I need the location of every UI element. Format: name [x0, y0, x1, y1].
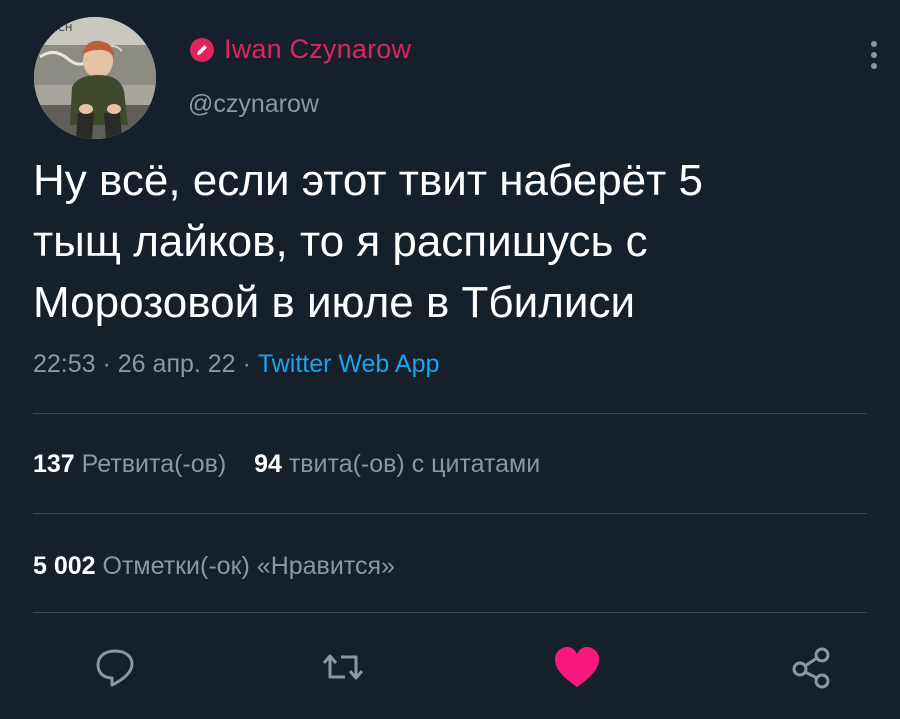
author-display-name[interactable]: Iwan Czynarow — [224, 34, 411, 65]
tweet-actions-bar — [0, 642, 900, 702]
likes-label: Отметки(-ок) «Нравится» — [102, 552, 395, 580]
tweet-source-link[interactable]: Twitter Web App — [258, 350, 440, 378]
quotes-count: 94 — [254, 450, 282, 478]
meta-separator: · — [95, 350, 118, 378]
avatar-photo: RICH — [34, 17, 156, 139]
retweets-count: 137 — [33, 450, 75, 478]
svg-text:RICH: RICH — [48, 23, 72, 34]
retweet-icon — [322, 654, 364, 680]
likes-count: 5 002 — [33, 552, 96, 580]
divider — [33, 612, 867, 613]
like-button[interactable] — [552, 642, 602, 692]
tweet-time[interactable]: 22:53 — [33, 350, 96, 378]
author-handle[interactable]: @czynarow — [188, 90, 319, 119]
retweet-stats-row: 137 Ретвита(-ов) 94 твита(-ов) с цитатам… — [33, 450, 540, 479]
tweet-card: RICH Iwan Czynarow @czynarow Ну всё, есл… — [0, 0, 900, 719]
pencil-badge-icon — [190, 37, 214, 62]
quotes-stat[interactable]: 94 твита(-ов) с цитатами — [254, 450, 540, 478]
heart-icon — [555, 647, 599, 687]
tweet-meta: 22:53 · 26 апр. 22 · Twitter Web App — [33, 350, 439, 379]
retweets-stat[interactable]: 137 Ретвита(-ов) — [33, 450, 226, 478]
retweets-label: Ретвита(-ов) — [81, 450, 227, 478]
divider — [33, 413, 867, 414]
reply-icon — [96, 649, 134, 687]
share-icon — [792, 647, 830, 689]
reply-button[interactable] — [90, 642, 140, 692]
quotes-label: твита(-ов) с цитатами — [288, 450, 541, 478]
avatar[interactable]: RICH — [34, 17, 156, 139]
share-button[interactable] — [786, 642, 836, 692]
divider — [33, 513, 867, 514]
tweet-date[interactable]: 26 апр. 22 — [118, 350, 236, 378]
retweet-button[interactable] — [318, 642, 368, 692]
more-options-icon[interactable] — [866, 38, 882, 72]
meta-separator: · — [235, 350, 258, 378]
tweet-text: Ну всё, если этот твит наберёт 5 тыщ лай… — [33, 156, 703, 327]
author-name-row[interactable]: Iwan Czynarow — [190, 34, 411, 65]
likes-stats-row: 5 002 Отметки(-ок) «Нравится» — [33, 552, 395, 581]
likes-stat[interactable]: 5 002 Отметки(-ок) «Нравится» — [33, 552, 395, 580]
